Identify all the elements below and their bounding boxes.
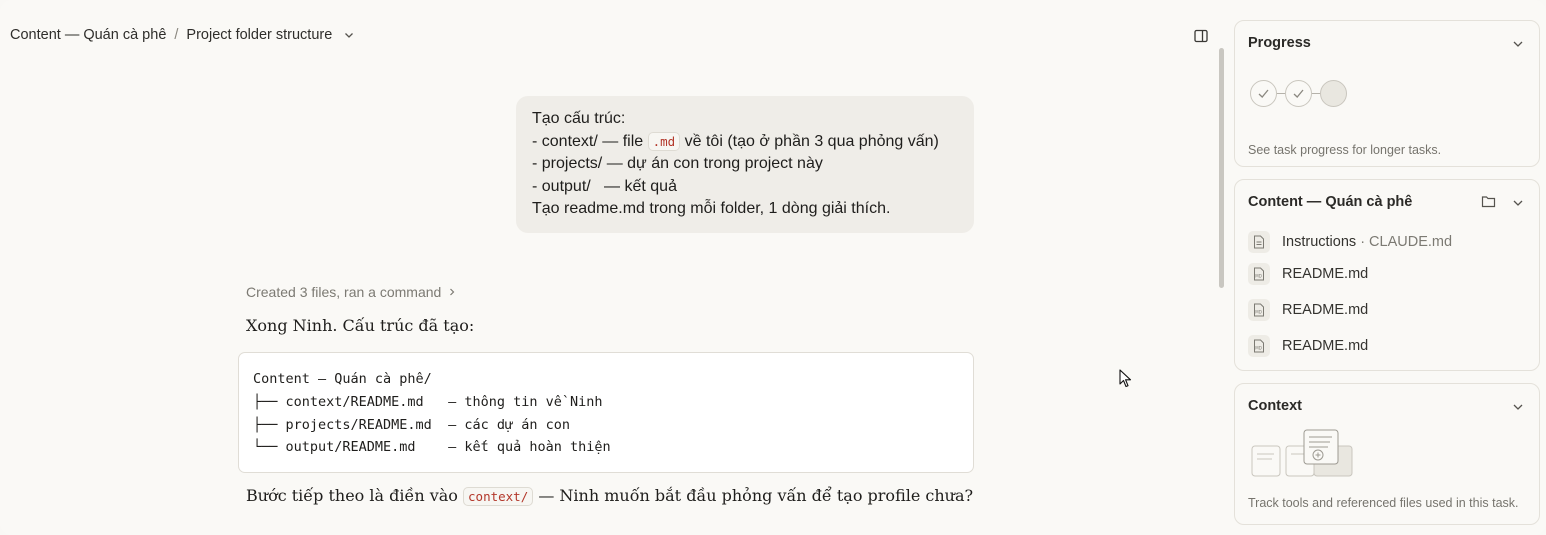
file-item-readme[interactable]: MD README.md (1248, 335, 1368, 357)
step-pending (1320, 80, 1347, 107)
file-sub: · CLAUDE.md (1360, 234, 1453, 250)
breadcrumb-page-title[interactable]: Project folder structure (186, 27, 332, 43)
context-caption: Track tools and referenced files used in… (1248, 496, 1519, 510)
project-files-card: Content — Quán cà phê Instructions · CLA… (1234, 179, 1540, 371)
code-line: Content — Quán cà phê/ (253, 371, 432, 387)
message-line: - context/ — file .md về tôi (tạo ở phần… (532, 131, 958, 154)
scrollbar-thumb[interactable] (1219, 48, 1224, 288)
activity-label: Created 3 files, ran a command (246, 284, 442, 300)
progress-caption: See task progress for longer tasks. (1248, 143, 1442, 157)
file-name: README.md (1282, 302, 1369, 318)
md-file-icon: MD (1248, 335, 1270, 357)
app-window: Content — Quán cà phê / Project folder s… (0, 0, 1546, 535)
message-text: - context/ — file (532, 132, 644, 150)
chevron-down-icon[interactable] (1511, 196, 1525, 210)
svg-text:MD: MD (1255, 346, 1262, 351)
mouse-cursor-icon (1119, 369, 1132, 388)
reply-question: Bước tiếp theo là điền vào context/ — Ni… (246, 486, 974, 506)
context-illustration-icon (1251, 429, 1353, 477)
md-file-icon: MD (1248, 263, 1270, 285)
project-files-title: Content — Quán cà phê (1248, 194, 1413, 210)
svg-text:MD: MD (1255, 274, 1262, 279)
message-line: - output/ — kết quả (532, 177, 677, 195)
user-message: Tạo cấu trúc: - context/ — file .md về t… (516, 96, 974, 233)
file-item-instructions[interactable]: Instructions · CLAUDE.md (1248, 231, 1452, 253)
file-name: Instructions (1282, 234, 1357, 250)
message-line: Tạo readme.md trong mỗi folder, 1 dòng g… (532, 200, 891, 217)
progress-title: Progress (1248, 35, 1311, 51)
breadcrumb-separator: / (174, 27, 179, 43)
md-file-icon: MD (1248, 299, 1270, 321)
svg-text:MD: MD (1255, 310, 1262, 315)
breadcrumb: Content — Quán cà phê / Project folder s… (10, 24, 356, 46)
progress-card: Progress See task progress for longer ta… (1234, 20, 1540, 167)
progress-steps (1250, 80, 1347, 107)
sidebar-toggle-icon[interactable] (1193, 28, 1209, 44)
document-icon (1248, 231, 1270, 253)
folder-icon[interactable] (1481, 195, 1497, 209)
message-line: - projects/ — dự án con trong project nà… (532, 155, 823, 172)
inline-code: context/ (463, 487, 534, 506)
breadcrumb-project[interactable]: Content — Quán cà phê (10, 27, 166, 43)
chevron-down-icon[interactable] (342, 28, 356, 42)
chevron-right-icon (450, 288, 455, 296)
file-item-readme[interactable]: MD README.md (1248, 299, 1368, 321)
reply-text: Bước tiếp theo là điền vào (246, 486, 458, 505)
file-item-readme[interactable]: MD README.md (1248, 263, 1368, 285)
message-text: về tôi (tạo ở phần 3 qua phỏng vấn) (684, 132, 939, 150)
step-done (1250, 80, 1277, 107)
reply-text: — Ninh muốn bắt đầu phỏng vấn để tạo pro… (538, 486, 974, 505)
context-title: Context (1248, 398, 1302, 414)
chevron-down-icon[interactable] (1511, 37, 1525, 51)
code-line: ├── context/README.md — thông tin về Nin… (253, 393, 603, 410)
code-block: Content — Quán cà phê/ ├── context/README… (238, 352, 974, 473)
check-icon (1258, 89, 1269, 98)
file-name: README.md (1282, 338, 1369, 354)
reply-intro: Xong Ninh. Cấu trúc đã tạo: (246, 316, 475, 335)
context-card: Context Track tools and referenced files… (1234, 383, 1540, 525)
message-line: Tạo cấu trúc: (532, 110, 626, 127)
chevron-down-icon[interactable] (1511, 400, 1525, 414)
file-name: README.md (1282, 266, 1369, 282)
check-icon (1293, 89, 1304, 98)
inline-code: .md (647, 131, 681, 151)
activity-summary[interactable]: Created 3 files, ran a command (246, 284, 457, 300)
code-line: └── output/README.md — kết quả hoàn thiệ… (253, 439, 611, 456)
code-line: ├── projects/README.md — các dự án con (253, 416, 570, 433)
step-done (1285, 80, 1312, 107)
